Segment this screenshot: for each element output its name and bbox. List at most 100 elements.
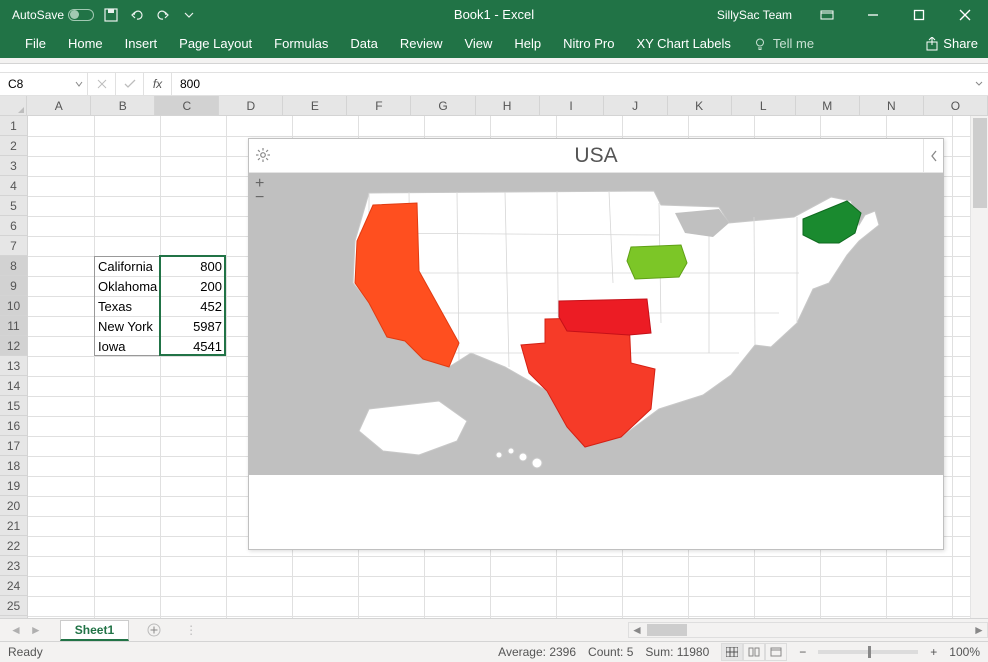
tab-file[interactable]: File xyxy=(14,29,57,58)
zoom-out-icon[interactable]: − xyxy=(255,191,264,205)
row-header-16[interactable]: 16 xyxy=(0,416,27,436)
cell-B12[interactable]: Iowa xyxy=(94,336,160,356)
row-header-11[interactable]: 11 xyxy=(0,316,27,336)
row-header-2[interactable]: 2 xyxy=(0,136,27,156)
sheet-nav-prev-icon[interactable]: ◄ xyxy=(10,623,22,637)
cell-C8[interactable]: 800 xyxy=(160,256,226,276)
row-header-4[interactable]: 4 xyxy=(0,176,27,196)
col-header-C[interactable]: C xyxy=(155,96,219,115)
gear-icon[interactable] xyxy=(255,145,271,169)
row-header-3[interactable]: 3 xyxy=(0,156,27,176)
tell-me[interactable]: Tell me xyxy=(742,29,825,58)
row-header-1[interactable]: 1 xyxy=(0,116,27,136)
view-normal-icon[interactable] xyxy=(721,643,743,661)
row-header-9[interactable]: 9 xyxy=(0,276,27,296)
hscroll-thumb[interactable] xyxy=(647,624,687,636)
maximize-icon[interactable] xyxy=(896,0,942,29)
col-header-I[interactable]: I xyxy=(540,96,604,115)
row-header-14[interactable]: 14 xyxy=(0,376,27,396)
ribbon-display-icon[interactable] xyxy=(804,0,850,29)
tab-help[interactable]: Help xyxy=(503,29,552,58)
view-page-layout-icon[interactable] xyxy=(743,643,765,661)
row-header-22[interactable]: 22 xyxy=(0,536,27,556)
zoom-out-button[interactable]: − xyxy=(799,645,806,659)
add-sheet-icon[interactable] xyxy=(143,619,165,641)
formula-expand-icon[interactable] xyxy=(970,79,988,89)
row-header-24[interactable]: 24 xyxy=(0,576,27,596)
cancel-formula-icon[interactable] xyxy=(88,73,116,95)
chevron-left-icon[interactable] xyxy=(923,139,943,173)
tab-nitro-pro[interactable]: Nitro Pro xyxy=(552,29,625,58)
cell-B8[interactable]: California xyxy=(94,256,160,276)
row-header-12[interactable]: 12 xyxy=(0,336,27,356)
row-header-21[interactable]: 21 xyxy=(0,516,27,536)
user-name[interactable]: SillySac Team xyxy=(717,8,804,22)
col-header-J[interactable]: J xyxy=(604,96,668,115)
cell-B11[interactable]: New York xyxy=(94,316,160,336)
row-header-7[interactable]: 7 xyxy=(0,236,27,256)
sheet-tab-active[interactable]: Sheet1 xyxy=(60,620,129,641)
map-chart[interactable]: USA + − xyxy=(248,138,944,550)
col-header-N[interactable]: N xyxy=(860,96,924,115)
formula-input[interactable]: 800 xyxy=(172,73,970,95)
name-box-dropdown-icon[interactable] xyxy=(75,77,83,91)
col-header-A[interactable]: A xyxy=(27,96,91,115)
col-header-F[interactable]: F xyxy=(347,96,411,115)
select-all-triangle[interactable] xyxy=(0,96,27,115)
col-header-K[interactable]: K xyxy=(668,96,732,115)
zoom-level[interactable]: 100% xyxy=(949,645,980,659)
undo-icon[interactable] xyxy=(128,6,146,24)
customize-qat-icon[interactable] xyxy=(180,6,198,24)
save-icon[interactable] xyxy=(102,6,120,24)
row-header-23[interactable]: 23 xyxy=(0,556,27,576)
cell-C12[interactable]: 4541 xyxy=(160,336,226,356)
vscroll-thumb[interactable] xyxy=(973,118,987,208)
close-icon[interactable] xyxy=(942,0,988,29)
view-page-break-icon[interactable] xyxy=(765,643,787,661)
tab-split-icon[interactable]: ⋮ xyxy=(179,623,203,637)
row-header-19[interactable]: 19 xyxy=(0,476,27,496)
cell-B10[interactable]: Texas xyxy=(94,296,160,316)
row-header-25[interactable]: 25 xyxy=(0,596,27,616)
col-header-E[interactable]: E xyxy=(283,96,347,115)
row-header-10[interactable]: 10 xyxy=(0,296,27,316)
row-header-13[interactable]: 13 xyxy=(0,356,27,376)
tab-review[interactable]: Review xyxy=(389,29,454,58)
row-header-20[interactable]: 20 xyxy=(0,496,27,516)
row-header-18[interactable]: 18 xyxy=(0,456,27,476)
cell-C10[interactable]: 452 xyxy=(160,296,226,316)
vertical-scrollbar[interactable] xyxy=(970,116,988,618)
enter-formula-icon[interactable] xyxy=(116,73,144,95)
cell-C9[interactable]: 200 xyxy=(160,276,226,296)
col-header-H[interactable]: H xyxy=(476,96,540,115)
row-header-6[interactable]: 6 xyxy=(0,216,27,236)
hscroll-right-icon[interactable]: ► xyxy=(971,623,987,637)
zoom-in-button[interactable]: + xyxy=(930,645,937,659)
share-button[interactable]: Share xyxy=(925,36,978,51)
col-header-D[interactable]: D xyxy=(219,96,283,115)
tab-page-layout[interactable]: Page Layout xyxy=(168,29,263,58)
row-header-17[interactable]: 17 xyxy=(0,436,27,456)
col-header-B[interactable]: B xyxy=(91,96,155,115)
tab-xy-chart-labels[interactable]: XY Chart Labels xyxy=(625,29,741,58)
name-box[interactable]: C8 xyxy=(0,73,88,95)
fx-icon[interactable]: fx xyxy=(144,73,172,95)
map-canvas[interactable]: + − xyxy=(249,173,943,475)
worksheet-grid[interactable]: ABCDEFGHIJKLMNO 123456789101112131415161… xyxy=(0,96,988,618)
cell-B9[interactable]: Oklahoma xyxy=(94,276,160,296)
hscroll-left-icon[interactable]: ◄ xyxy=(629,623,645,637)
minimize-icon[interactable] xyxy=(850,0,896,29)
tab-insert[interactable]: Insert xyxy=(114,29,169,58)
tab-home[interactable]: Home xyxy=(57,29,114,58)
redo-icon[interactable] xyxy=(154,6,172,24)
col-header-O[interactable]: O xyxy=(924,96,988,115)
row-header-5[interactable]: 5 xyxy=(0,196,27,216)
row-header-15[interactable]: 15 xyxy=(0,396,27,416)
cell-C11[interactable]: 5987 xyxy=(160,316,226,336)
horizontal-scrollbar[interactable]: ◄ ► xyxy=(628,622,988,638)
sheet-nav-next-icon[interactable]: ► xyxy=(30,623,42,637)
tab-view[interactable]: View xyxy=(453,29,503,58)
col-header-L[interactable]: L xyxy=(732,96,796,115)
col-header-G[interactable]: G xyxy=(411,96,475,115)
autosave-toggle[interactable]: AutoSave xyxy=(12,8,94,22)
